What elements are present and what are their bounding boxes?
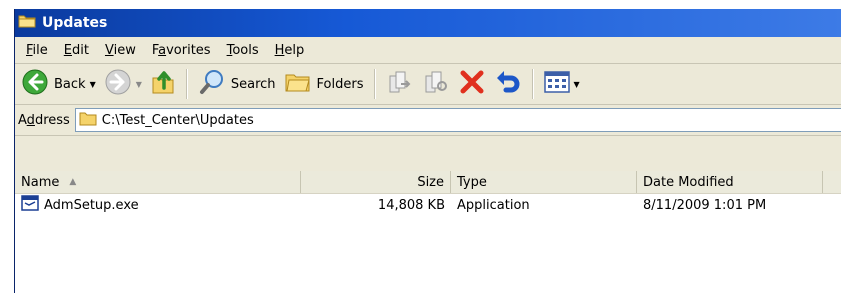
move-to-button[interactable] [382,67,418,101]
menu-view-acc: V [104,42,114,58]
menu-view-post: iew [113,42,136,58]
file-name-cell: AdmSetup.exe [15,195,301,215]
menu-help-acc: H [274,42,285,58]
copy-to-icon [422,68,450,100]
menu-favorites[interactable]: Favorites [144,43,219,58]
search-icon [198,68,226,100]
explorer-window: Updates File Edit View Favorites Tools H… [14,9,841,293]
up-folder-button[interactable] [146,67,180,101]
menu-favorites-post: vorites [166,42,211,58]
views-dropdown-icon[interactable]: ▼ [574,80,580,89]
forward-dropdown-icon[interactable]: ▼ [136,80,142,89]
window-title: Updates [42,15,108,31]
search-button[interactable]: Search [194,67,280,101]
address-bar: Address C:\Test_Center\Updates [15,105,841,136]
menu-edit-post: dit [72,42,89,58]
menu-file-post: ile [32,42,48,58]
folders-label: Folders [316,76,364,92]
toolbar-separator [373,69,376,99]
forward-arrow-icon [104,68,132,100]
column-header-size[interactable]: Size [301,171,451,193]
back-arrow-icon [21,68,49,100]
toolbar: Back ▼ ▼ Search Folders ▼ [15,64,841,105]
address-label-pre: A [18,112,27,128]
column-headers: Name ▲ Size Type Date Modified [15,171,841,194]
views-grid-icon [543,70,570,98]
folder-icon [79,111,97,130]
application-icon [21,195,39,215]
address-label-post: dress [34,112,70,128]
delete-button[interactable] [454,67,490,101]
menu-bar: File Edit View Favorites Tools Help [15,37,841,64]
address-label: Address [18,113,70,128]
back-label: Back [54,76,86,92]
undo-icon [494,68,522,100]
menu-favorites-acc: a [158,42,167,58]
delete-x-icon [458,68,486,100]
file-date-modified: 8/11/2009 1:01 PM [643,197,767,213]
menu-tools[interactable]: Tools [219,43,267,58]
folders-button[interactable]: Folders [280,67,368,101]
forward-button[interactable]: ▼ [100,67,146,101]
sort-ascending-icon: ▲ [69,177,77,187]
column-header-empty[interactable] [823,171,841,193]
menu-edit[interactable]: Edit [56,43,97,58]
column-header-size-label: Size [417,174,444,190]
address-label-acc: d [26,112,35,128]
move-to-icon [386,68,414,100]
up-folder-icon [150,68,176,100]
column-header-date-label: Date Modified [643,174,734,190]
menu-help[interactable]: Help [267,43,313,58]
menu-help-post: elp [284,42,305,58]
copy-to-button[interactable] [418,67,454,101]
file-row[interactable]: AdmSetup.exe 14,808 KB Application 8/11/… [15,194,841,216]
file-name: AdmSetup.exe [44,197,139,213]
back-dropdown-icon[interactable]: ▼ [90,80,96,89]
title-bar[interactable]: Updates [15,9,841,37]
column-header-name-label: Name [21,174,60,190]
column-header-name[interactable]: Name ▲ [15,171,301,193]
file-list: Name ▲ Size Type Date Modified AdmSetup.… [15,171,841,293]
column-header-type-label: Type [457,174,487,190]
file-size: 14,808 KB [377,197,445,213]
folder-icon [18,13,36,33]
folders-icon [284,69,312,99]
toolbar-separator [185,69,188,99]
file-type: Application [457,197,530,213]
column-header-type[interactable]: Type [451,171,637,193]
menu-file[interactable]: File [18,43,56,58]
views-button[interactable]: ▼ [540,67,584,101]
menu-edit-acc: E [63,42,72,58]
address-input[interactable]: C:\Test_Center\Updates [74,108,841,132]
search-label: Search [230,76,276,92]
undo-button[interactable] [490,67,526,101]
menu-view[interactable]: View [97,43,144,58]
column-header-date-modified[interactable]: Date Modified [637,171,823,193]
back-button[interactable]: Back ▼ [17,67,100,101]
toolbar-separator [531,69,534,99]
menu-tools-post: ools [232,42,259,58]
address-value: C:\Test_Center\Updates [101,112,254,128]
